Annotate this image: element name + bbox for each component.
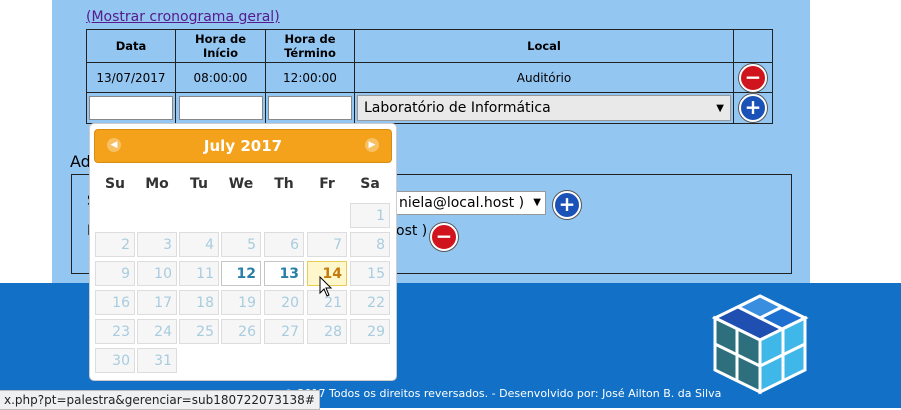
remove-user-button[interactable]: − xyxy=(430,223,458,251)
next-month-icon[interactable]: ▶ xyxy=(365,138,379,152)
status-bar-url: x.php?pt=palestra&gerenciar=sub180722073… xyxy=(0,390,320,410)
weekday-label: We xyxy=(228,176,254,192)
local-select-value: Laboratório de Informática xyxy=(364,100,551,116)
calendar-day: 17 xyxy=(137,290,177,315)
copyright-text: © 2017 Todos os direitos reversados. - D… xyxy=(283,387,722,400)
calendar-day: 10 xyxy=(137,261,177,286)
calendar-day: 2 xyxy=(95,232,135,257)
calendar-day: 28 xyxy=(307,319,347,344)
add-row-button[interactable]: + xyxy=(739,94,767,122)
calendar-day[interactable]: 12 xyxy=(221,261,261,286)
left-margin xyxy=(0,0,52,283)
calendar-day[interactable]: 13 xyxy=(264,261,304,286)
datepicker-header: July 2017 ◀ ▶ xyxy=(94,129,392,163)
row-start: 08:00:00 xyxy=(175,62,266,93)
new-date-cell xyxy=(86,92,176,124)
calendar-day: 6 xyxy=(264,232,304,257)
new-local-cell: Laboratório de Informática ▼ xyxy=(354,92,734,124)
weekday-label: Su xyxy=(104,176,126,192)
chevron-down-icon: ▼ xyxy=(533,197,541,208)
header-end-time: Hora de Término xyxy=(265,29,355,63)
calendar-day: 26 xyxy=(221,319,261,344)
calendar-day: 25 xyxy=(179,319,219,344)
header-actions xyxy=(733,29,773,63)
schedule-table: Data Hora de Início Hora de Término Loca… xyxy=(86,29,773,124)
user-select[interactable]: niela@local.host ) ▼ xyxy=(396,191,546,215)
show-general-schedule-link[interactable]: (Mostrar cronograma geral) xyxy=(86,9,280,25)
schedule-header-row: Data Hora de Início Hora de Término Loca… xyxy=(86,29,773,63)
calendar-day: 9 xyxy=(95,261,135,286)
start-time-input[interactable] xyxy=(178,96,263,120)
row-action-cell: − xyxy=(733,62,773,93)
weekday-label: Fr xyxy=(319,176,335,192)
row-local: Auditório xyxy=(354,62,734,93)
new-row: Laboratório de Informática ▼ + xyxy=(86,92,773,124)
calendar-day: 27 xyxy=(264,319,304,344)
new-action-cell: + xyxy=(733,92,773,124)
calendar-day: 29 xyxy=(350,319,390,344)
prev-month-icon[interactable]: ◀ xyxy=(107,138,121,152)
mouse-cursor-icon xyxy=(319,275,333,302)
assigned-user-text: ost ) xyxy=(396,223,428,239)
calendar-day: 22 xyxy=(350,290,390,315)
section-label: Ad xyxy=(70,152,91,171)
weekday-label: Tu xyxy=(190,176,208,192)
table-row: 13/07/2017 08:00:00 12:00:00 Auditório − xyxy=(86,62,773,93)
calendar-day: 11 xyxy=(179,261,219,286)
chevron-down-icon: ▼ xyxy=(716,102,724,114)
header-date: Data xyxy=(86,29,176,63)
calendar-day: 31 xyxy=(137,348,177,373)
weekday-label: Th xyxy=(274,176,294,192)
calendar-day: 19 xyxy=(221,290,261,315)
weekday-label: Mo xyxy=(145,176,169,192)
header-start-time: Hora de Início xyxy=(175,29,266,63)
add-user-button[interactable]: + xyxy=(553,191,581,219)
remove-row-button[interactable]: − xyxy=(739,63,767,92)
local-select[interactable]: Laboratório de Informática ▼ xyxy=(357,95,731,121)
calendar-day: 18 xyxy=(179,290,219,315)
calendar-day: 24 xyxy=(137,319,177,344)
end-time-input[interactable] xyxy=(268,96,352,120)
calendar-day: 5 xyxy=(221,232,261,257)
calendar-day: 4 xyxy=(179,232,219,257)
weekday-label: Sa xyxy=(360,176,380,192)
row-date: 13/07/2017 xyxy=(86,62,176,93)
calendar-day: 16 xyxy=(95,290,135,315)
calendar-day: 8 xyxy=(350,232,390,257)
calendar-day: 23 xyxy=(95,319,135,344)
right-margin xyxy=(810,0,901,283)
new-start-cell xyxy=(175,92,266,124)
calendar-day: 7 xyxy=(307,232,347,257)
row-end: 12:00:00 xyxy=(265,62,355,93)
calendar-day: 20 xyxy=(264,290,304,315)
datepicker-popup: July 2017 ◀ ▶ Su Mo Tu We Th Fr Sa 12345… xyxy=(89,123,397,381)
user-select-value: niela@local.host ) xyxy=(399,195,525,211)
calendar-day: 3 xyxy=(137,232,177,257)
datepicker-month-label: July 2017 xyxy=(203,137,283,155)
calendar-day: 30 xyxy=(95,348,135,373)
calendar-day: 15 xyxy=(350,261,390,286)
header-local: Local xyxy=(354,29,734,63)
calendar-day: 1 xyxy=(350,203,390,228)
new-end-cell xyxy=(265,92,355,124)
cube-logo xyxy=(705,288,815,407)
date-input[interactable] xyxy=(89,96,173,120)
